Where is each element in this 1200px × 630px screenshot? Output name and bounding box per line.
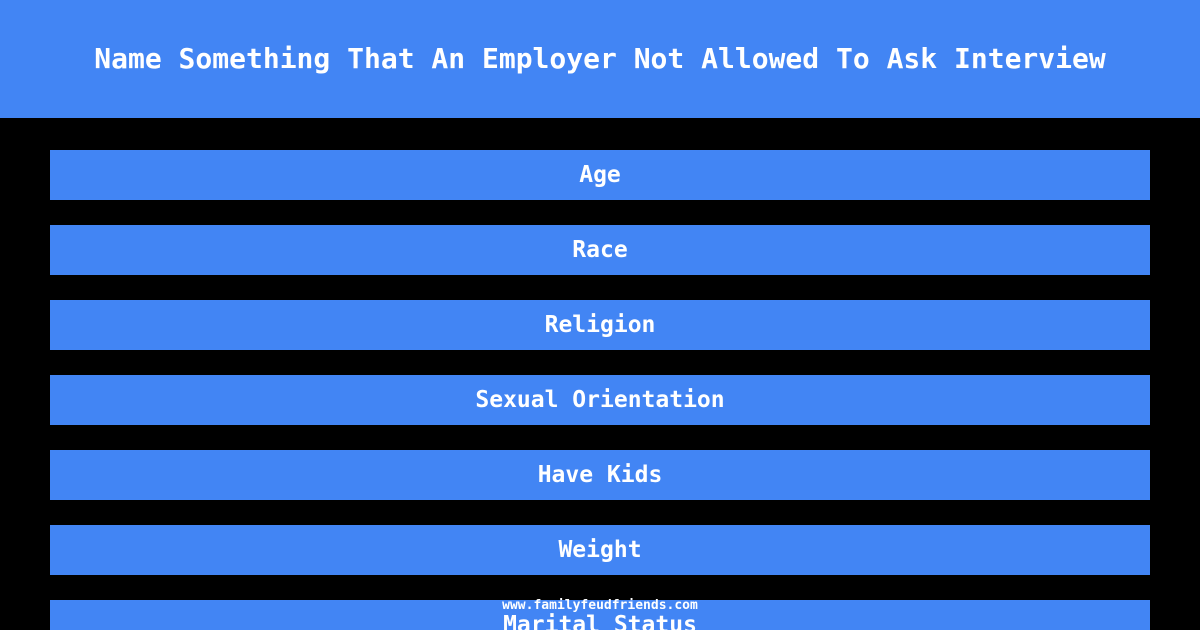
answer-list: Age Race Religion Sexual Orientation Hav… — [50, 150, 1150, 630]
answer-label: Marital Status — [503, 611, 697, 630]
answer-label: Weight — [558, 536, 642, 563]
answer-label: Religion — [544, 311, 656, 338]
answer-label: Race — [572, 236, 628, 263]
list-item[interactable]: Sexual Orientation — [50, 375, 1150, 425]
card-header: Name Something That An Employer Not Allo… — [0, 0, 1200, 118]
list-item[interactable]: Race — [50, 225, 1150, 275]
list-item[interactable]: Age — [50, 150, 1150, 200]
list-item[interactable]: Marital Status — [50, 600, 1150, 630]
list-item[interactable]: Have Kids — [50, 450, 1150, 500]
list-item[interactable]: Weight — [50, 525, 1150, 575]
page-title: Name Something That An Employer Not Allo… — [94, 42, 1106, 75]
answer-label: Have Kids — [537, 461, 663, 488]
list-item[interactable]: Religion — [50, 300, 1150, 350]
answer-card: Name Something That An Employer Not Allo… — [0, 0, 1200, 630]
answer-label: Age — [579, 161, 621, 188]
answer-label: Sexual Orientation — [475, 386, 725, 413]
